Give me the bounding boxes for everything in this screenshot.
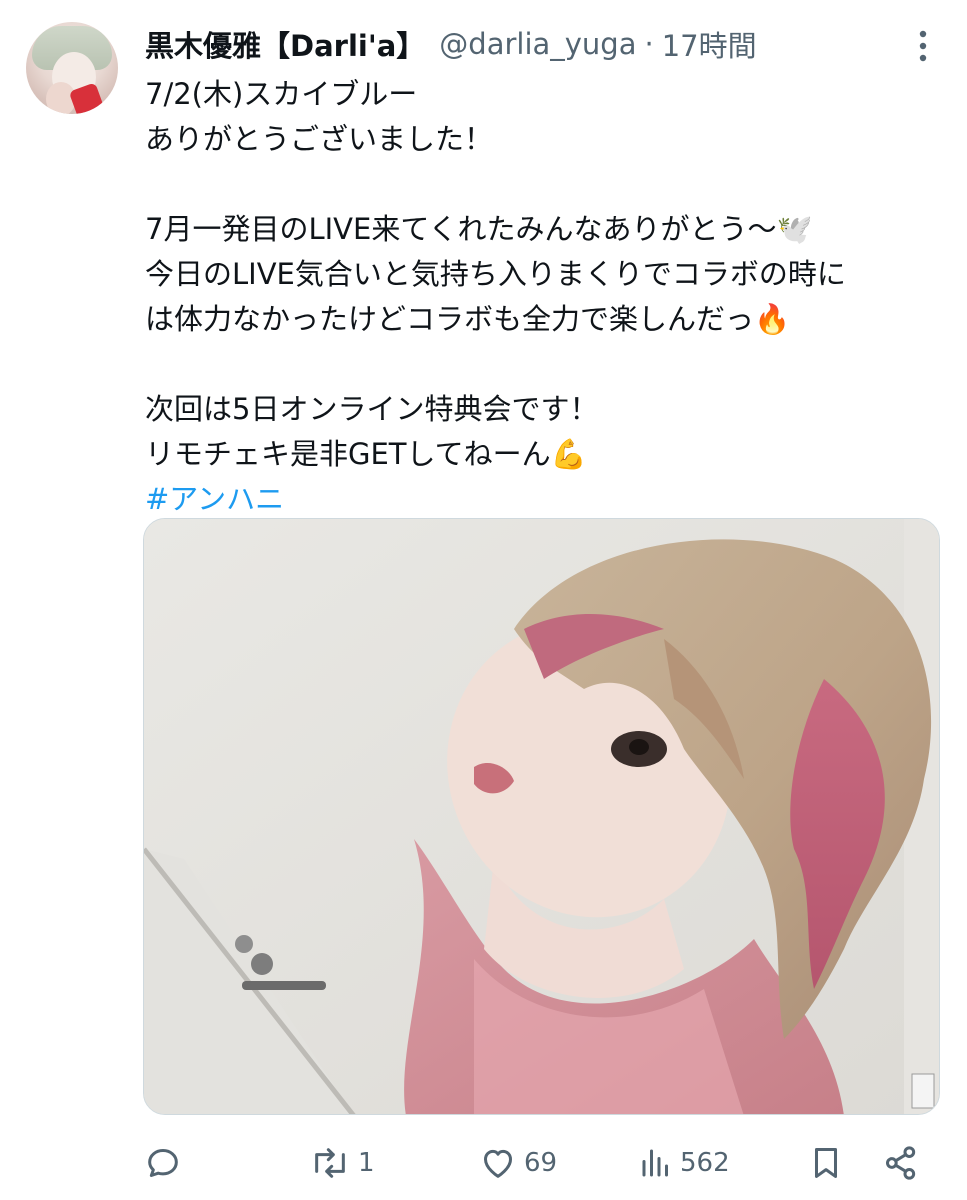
tweet-line: 今日のLIVE気合いと気持ち入りまくりでコラボの時に	[145, 257, 846, 291]
tweet-line: 7/2(木)スカイブルー	[145, 77, 418, 111]
tweet-line: 次回は5日オンライン特典会です！	[145, 392, 599, 426]
action-bar: 1 69 562	[143, 1140, 943, 1186]
tweet-line: 7月一発目のLIVE来てくれたみんなありがとう〜🕊️	[145, 212, 813, 246]
photo-selfie-image	[144, 519, 939, 1114]
views-button[interactable]: 562	[638, 1140, 730, 1186]
tweet[interactable]: 黒木優雅【Darli'a】 @darlia_yuga · 17時間 7/2(木)…	[0, 0, 967, 1200]
views-count: 562	[680, 1148, 730, 1178]
share-button[interactable]	[881, 1140, 921, 1186]
tweet-header: 黒木優雅【Darli'a】 @darlia_yuga · 17時間	[145, 24, 947, 64]
retweet-count: 1	[358, 1148, 375, 1178]
tweet-line: ありがとうございました！	[145, 122, 494, 156]
more-options-button[interactable]	[903, 26, 943, 66]
like-count: 69	[524, 1148, 558, 1178]
user-handle[interactable]: @darlia_yuga	[439, 27, 636, 61]
tweet-photo[interactable]	[143, 518, 940, 1115]
display-name[interactable]: 黒木優雅【Darli'a】	[145, 23, 425, 65]
more-vertical-icon	[919, 30, 927, 62]
reply-button[interactable]	[143, 1140, 189, 1186]
reply-icon	[148, 1149, 178, 1177]
analytics-icon	[642, 1149, 668, 1177]
share-icon	[886, 1146, 916, 1180]
retweet-button[interactable]: 1	[308, 1140, 375, 1186]
separator-dot: ·	[644, 27, 654, 61]
tweet-line: は体力なかったけどコラボも全力で楽しんだっ🔥	[145, 302, 791, 336]
bookmark-button[interactable]	[807, 1140, 845, 1186]
bookmark-icon	[814, 1148, 838, 1178]
avatar[interactable]	[26, 22, 118, 114]
retweet-icon	[315, 1148, 345, 1178]
tweet-line: リモチェキ是非GETしてねーん💪	[145, 437, 587, 471]
tweet-text: 7/2(木)スカイブルー ありがとうございました！ 7月一発目のLIVE来てくれ…	[145, 72, 945, 522]
hashtag-link[interactable]: #アンハニ	[145, 477, 945, 522]
heart-icon	[484, 1149, 512, 1178]
timestamp[interactable]: 17時間	[662, 23, 757, 65]
like-button[interactable]: 69	[478, 1140, 557, 1186]
